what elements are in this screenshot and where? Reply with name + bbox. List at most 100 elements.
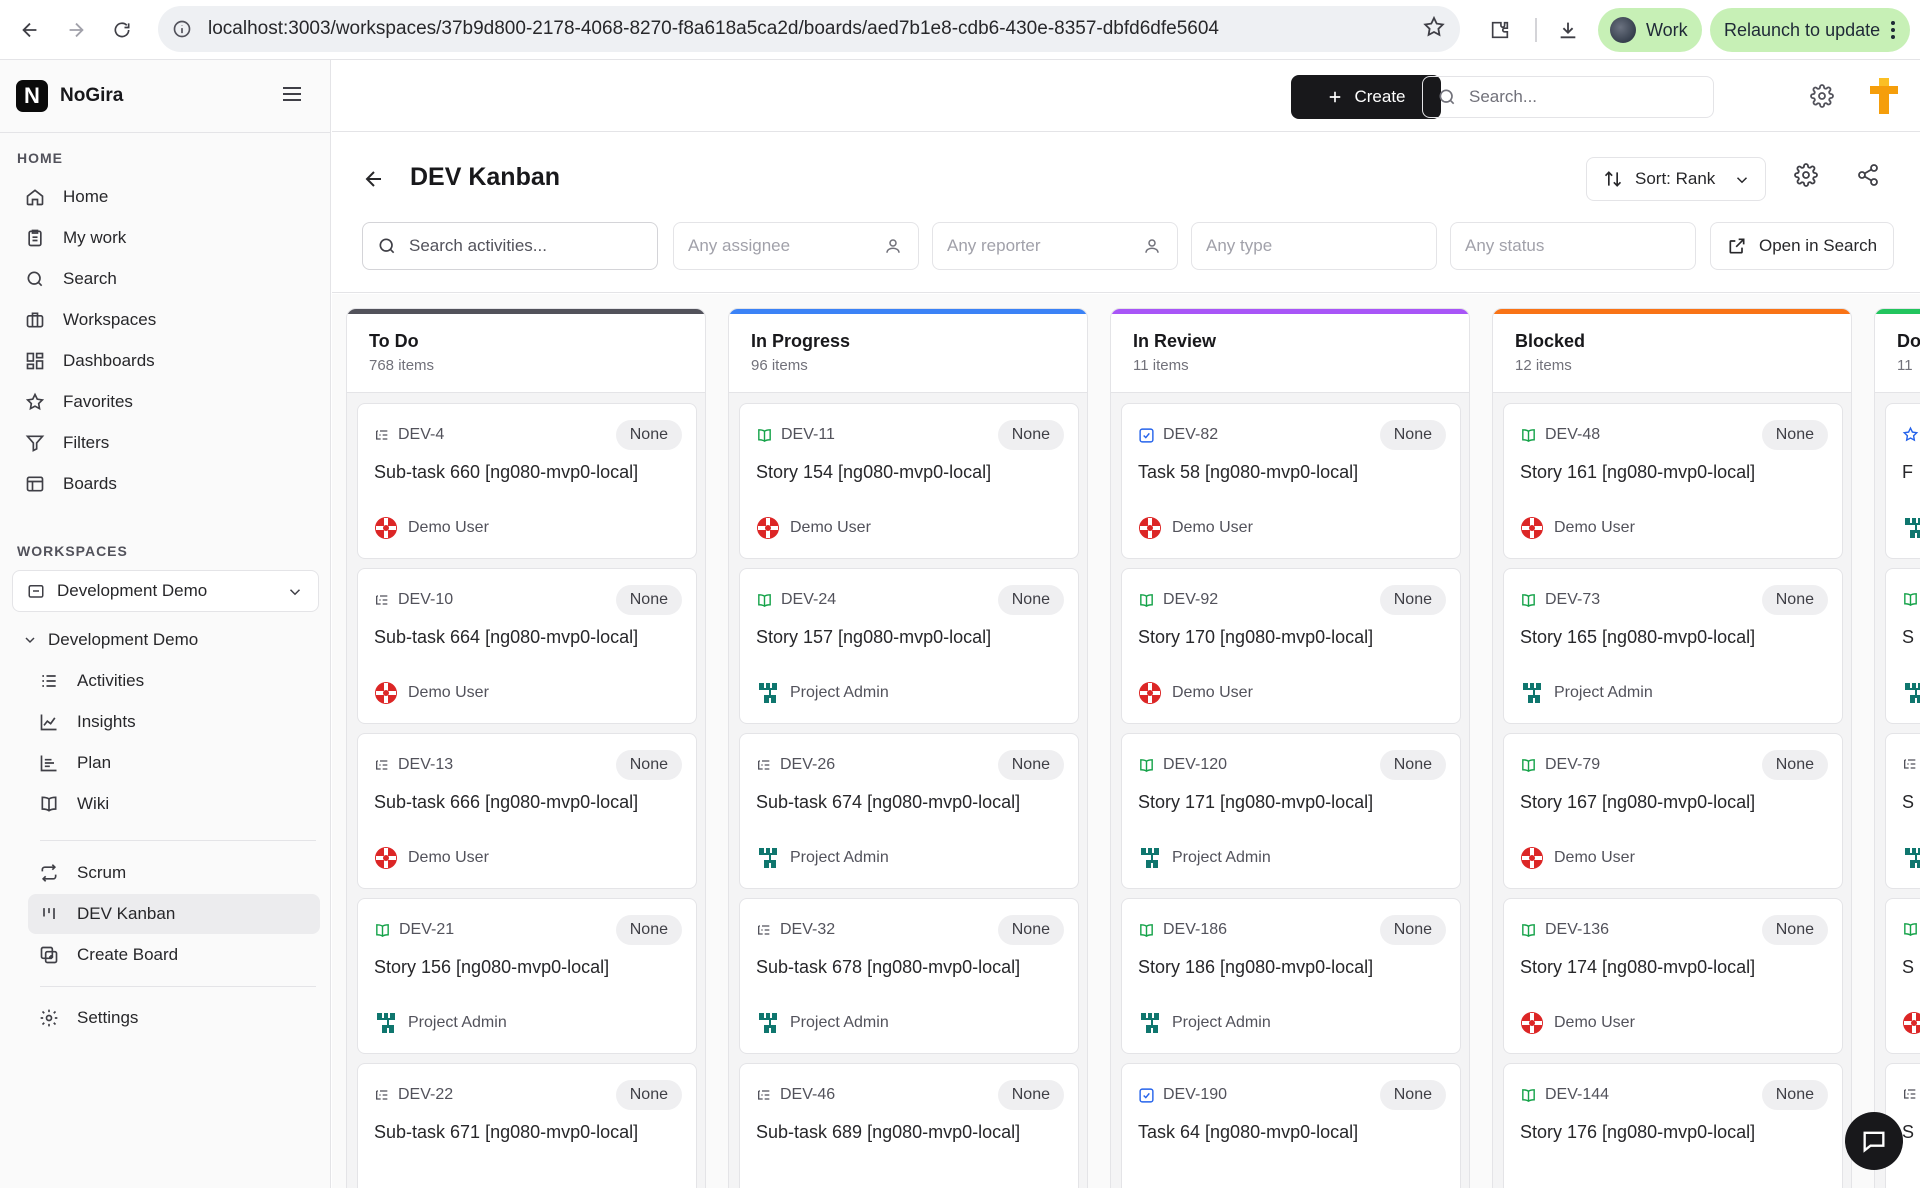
- assignee-avatar: [1138, 1011, 1162, 1035]
- sidebar-item-activities[interactable]: Activities: [28, 661, 320, 701]
- issue-card[interactable]: DEV-11 None Story 154 [ng080-mvp0-local] De…: [739, 403, 1079, 559]
- issue-card[interactable]: DEV-46 None Sub-task 689 [ng080-mvp0-local…: [739, 1063, 1079, 1188]
- sidebar-item-home[interactable]: Home: [14, 177, 320, 217]
- issue-card[interactable]: DEV-92 None Story 170 [ng080-mvp0-local] De…: [1121, 568, 1461, 724]
- back-arrow-icon[interactable]: [10, 10, 50, 50]
- issue-card[interactable]: DEV-4 None Sub-task 660 [ng080-mvp0-local]…: [357, 403, 697, 559]
- issue-card[interactable]: DEV-186 None Story 186 [ng080-mvp0-local] P…: [1121, 898, 1461, 1054]
- sort-dropdown[interactable]: Sort: Rank: [1586, 157, 1766, 201]
- issue-card[interactable]: DEV-144 None Story 176 [ng080-mvp0-local]: [1503, 1063, 1843, 1188]
- status-filter[interactable]: Any status: [1450, 222, 1696, 270]
- issue-card[interactable]: S: [1885, 898, 1920, 1054]
- sidebar-item-plan[interactable]: Plan: [28, 743, 320, 783]
- workspace-select-value: Development Demo: [57, 581, 208, 600]
- share-icon[interactable]: [1856, 163, 1880, 187]
- bookmark-star-icon[interactable]: [1422, 15, 1446, 39]
- workspace-tree-toggle[interactable]: Development Demo: [22, 630, 198, 650]
- issue-card[interactable]: DEV-21 None Story 156 [ng080-mvp0-local] Pr…: [357, 898, 697, 1054]
- sidebar-item-dashboards[interactable]: Dashboards: [14, 341, 320, 381]
- site-info-icon[interactable]: [168, 15, 196, 43]
- issue-key: DEV-21: [399, 921, 455, 938]
- chat-button[interactable]: [1845, 1112, 1903, 1170]
- sidebar-item-dev-kanban[interactable]: DEV Kanban: [28, 894, 320, 934]
- subtask-type-icon: [756, 922, 772, 938]
- sidebar-item-filters[interactable]: Filters: [14, 423, 320, 463]
- card-assignee: Project Admin: [756, 681, 889, 705]
- priority-badge: None: [615, 585, 682, 615]
- board-settings-gear-icon[interactable]: [1794, 163, 1818, 187]
- sidebar-item-search[interactable]: Search: [14, 259, 320, 299]
- user-avatar[interactable]: [1862, 74, 1906, 118]
- sidebar-item-boards[interactable]: Boards: [14, 464, 320, 504]
- download-icon[interactable]: [1548, 10, 1588, 50]
- address-bar[interactable]: localhost:3003/workspaces/37b9d800-2178-…: [158, 6, 1460, 52]
- type-filter[interactable]: Any type: [1191, 222, 1437, 270]
- issue-card[interactable]: DEV-22 None Sub-task 671 [ng080-mvp0-local…: [357, 1063, 697, 1188]
- sidebar-item-insights[interactable]: Insights: [28, 702, 320, 742]
- story-type-icon: [374, 922, 391, 939]
- column-header[interactable]: To Do 768 items: [347, 309, 705, 393]
- sidebar-item-wiki[interactable]: Wiki: [28, 784, 320, 824]
- sidebar-item-workspaces[interactable]: Workspaces: [14, 300, 320, 340]
- assignee-name: Demo User: [1172, 519, 1253, 536]
- more-vertical-icon[interactable]: [1890, 20, 1896, 40]
- profile-button[interactable]: Work: [1598, 8, 1702, 52]
- hamburger-menu-icon[interactable]: [280, 82, 304, 106]
- gear-icon[interactable]: [1810, 84, 1834, 108]
- sidebar-item-favorites[interactable]: Favorites: [14, 382, 320, 422]
- activity-search-input[interactable]: Search activities...: [362, 222, 658, 270]
- column-color-bar: [347, 309, 705, 314]
- issue-key: DEV-73: [1545, 591, 1601, 608]
- reporter-filter[interactable]: Any reporter: [932, 222, 1178, 270]
- create-button[interactable]: Create: [1291, 75, 1441, 119]
- open-in-search-button[interactable]: Open in Search: [1710, 222, 1894, 270]
- card-key-row: DEV-11: [756, 426, 835, 444]
- sidebar-item-scrum[interactable]: Scrum: [28, 853, 320, 893]
- assignee-filter[interactable]: Any assignee: [673, 222, 919, 270]
- global-search-input[interactable]: Search...: [1422, 76, 1714, 118]
- issue-card[interactable]: DEV-73 None Story 165 [ng080-mvp0-local] Pr…: [1503, 568, 1843, 724]
- sidebar-item-create-board[interactable]: Create Board: [28, 935, 320, 975]
- column-header[interactable]: Blocked 12 items: [1493, 309, 1851, 393]
- sidebar-item-label: My work: [63, 228, 127, 247]
- sidebar-item-settings[interactable]: Settings: [28, 998, 320, 1038]
- card-assignee: Project Admin: [756, 846, 889, 870]
- column-header[interactable]: In Review 11 items: [1111, 309, 1469, 393]
- sidebar-item-my-work[interactable]: My work: [14, 218, 320, 258]
- workspace-select[interactable]: Development Demo: [12, 570, 319, 612]
- issue-card[interactable]: S: [1885, 568, 1920, 724]
- assignee-avatar: [1138, 846, 1162, 870]
- brand[interactable]: N NoGira: [16, 80, 123, 112]
- forward-arrow-icon[interactable]: [56, 10, 96, 50]
- issue-card[interactable]: DEV-32 None Sub-task 678 [ng080-mvp0-local…: [739, 898, 1079, 1054]
- column-header[interactable]: In Progress 96 items: [729, 309, 1087, 393]
- story-type-icon: [756, 427, 773, 444]
- issue-card[interactable]: DEV-120 None Story 171 [ng080-mvp0-local] P…: [1121, 733, 1461, 889]
- issue-card[interactable]: DEV-190 None Task 64 [ng080-mvp0-local]: [1121, 1063, 1461, 1188]
- issue-card[interactable]: DEV-48 None Story 161 [ng080-mvp0-local] De…: [1503, 403, 1843, 559]
- assignee-avatar: [374, 846, 398, 870]
- global-search-placeholder: Search...: [1469, 87, 1538, 106]
- relaunch-button[interactable]: Relaunch to update: [1710, 8, 1910, 52]
- card-key-row: DEV-24: [756, 591, 836, 609]
- issue-card[interactable]: S: [1885, 733, 1920, 889]
- sidebar-item-label: Plan: [77, 753, 112, 772]
- issue-card[interactable]: DEV-24 None Story 157 [ng080-mvp0-local] Pr…: [739, 568, 1079, 724]
- assignee-name: Demo User: [408, 684, 489, 701]
- column-title: Blocked: [1515, 331, 1586, 351]
- assignee-avatar: [1520, 516, 1544, 540]
- back-arrow-icon[interactable]: [362, 167, 386, 191]
- issue-card[interactable]: DEV-10 None Sub-task 664 [ng080-mvp0-local…: [357, 568, 697, 724]
- issue-card[interactable]: DEV-26 None Sub-task 674 [ng080-mvp0-local…: [739, 733, 1079, 889]
- issue-card[interactable]: DEV-82 None Task 58 [ng080-mvp0-local] Demo…: [1121, 403, 1461, 559]
- issue-key: DEV-120: [1163, 756, 1228, 773]
- column-header[interactable]: Do 11: [1875, 309, 1920, 393]
- reload-icon[interactable]: [102, 10, 142, 50]
- issue-card[interactable]: DEV-13 None Sub-task 666 [ng080-mvp0-local…: [357, 733, 697, 889]
- extensions-icon[interactable]: [1480, 10, 1520, 50]
- card-key-row: DEV-186: [1138, 921, 1227, 939]
- card-key-row: DEV-32: [756, 921, 835, 939]
- issue-card[interactable]: DEV-136 None Story 174 [ng080-mvp0-local] D…: [1503, 898, 1843, 1054]
- issue-card[interactable]: F: [1885, 403, 1920, 559]
- issue-card[interactable]: DEV-79 None Story 167 [ng080-mvp0-local] De…: [1503, 733, 1843, 889]
